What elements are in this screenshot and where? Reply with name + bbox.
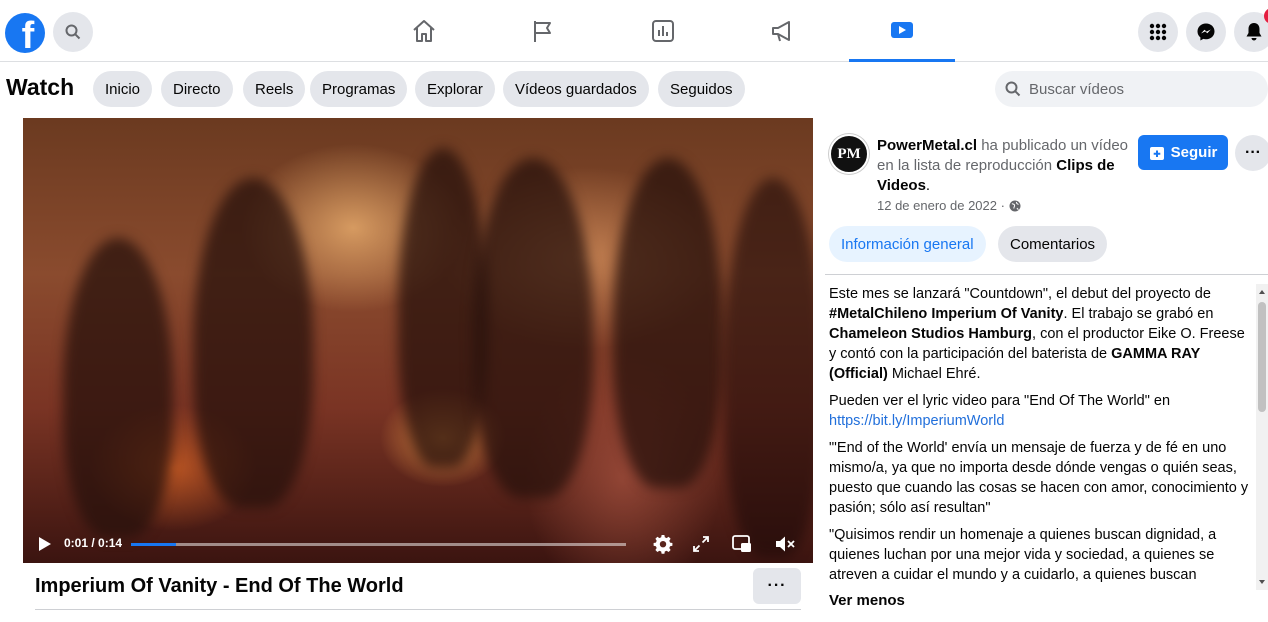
nav-tab-ads[interactable] xyxy=(729,0,835,62)
search-button[interactable] xyxy=(53,12,93,52)
watch-header: Watch Inicio Directo Reels Programas Exp… xyxy=(0,62,1268,118)
scrollbar-thumb[interactable] xyxy=(1258,302,1266,412)
description-paragraph: Pueden ver el lyric video para "End Of T… xyxy=(829,391,1255,431)
scroll-down-icon xyxy=(1259,580,1265,584)
video-search[interactable] xyxy=(995,71,1268,107)
mention-link[interactable]: Chameleon Studios Hamburg xyxy=(829,326,1032,342)
tab-comentarios[interactable]: Comentarios xyxy=(998,226,1108,262)
tab-inicio[interactable]: Inicio xyxy=(93,71,153,107)
watch-play-icon xyxy=(891,21,913,38)
video-frame-figure xyxy=(63,238,173,538)
description-scrollbar[interactable] xyxy=(1256,284,1268,590)
description-text: Pueden ver el lyric video para "End Of T… xyxy=(829,393,1171,409)
video-frame-figure xyxy=(723,178,813,558)
post-description: Este mes se lanzará "Countdown", el debu… xyxy=(829,284,1255,586)
follow-plus-icon xyxy=(1149,146,1164,160)
facebook-logo[interactable]: f xyxy=(5,13,45,53)
chart-icon xyxy=(652,20,674,42)
nav-tab-home[interactable] xyxy=(371,0,477,62)
search-input[interactable] xyxy=(1029,80,1249,98)
top-navigation: f 4 xyxy=(0,0,1268,62)
follow-button-label: Seguir xyxy=(1170,144,1218,161)
play-icon xyxy=(39,537,51,551)
description-text: . El trabajo se grabó en xyxy=(1063,306,1214,322)
home-icon xyxy=(413,20,435,42)
tab-programas[interactable]: Programas xyxy=(310,71,408,107)
description-paragraph: "Quisimos rendir un homenaje a quienes b… xyxy=(829,527,1217,583)
nav-tab-insights[interactable] xyxy=(610,0,716,62)
search-icon xyxy=(65,24,81,40)
expand-icon xyxy=(693,536,709,552)
avatar[interactable]: PM xyxy=(829,134,869,174)
video-progress-fill xyxy=(131,543,176,546)
search-icon xyxy=(1005,81,1021,97)
description-paragraph: "'End of the World' envía un mensaje de … xyxy=(829,440,1249,516)
tab-videos-guardados[interactable]: Vídeos guardados xyxy=(503,71,649,107)
page-title: Watch xyxy=(6,74,75,100)
scroll-up-icon xyxy=(1259,290,1265,294)
fullscreen-button[interactable] xyxy=(691,534,711,554)
description-text: Michael Ehré. xyxy=(887,366,981,382)
video-frame-figure xyxy=(193,178,313,508)
divider xyxy=(35,609,801,610)
facebook-logo-letter: f xyxy=(21,15,35,53)
video-frame-figure xyxy=(613,158,723,488)
divider xyxy=(825,274,1268,275)
speaker-muted-icon xyxy=(776,536,795,552)
play-button[interactable] xyxy=(35,534,55,554)
tab-informacion-general[interactable]: Información general xyxy=(829,226,986,262)
description-paragraph: Este mes se lanzará "Countdown", el debu… xyxy=(829,284,1255,384)
video-controls: 0:01 / 0:14 xyxy=(23,523,813,563)
post-date[interactable]: 12 de enero de 2022 · xyxy=(877,198,1021,213)
video-frame-figure xyxy=(473,158,593,498)
notifications-button[interactable]: 4 xyxy=(1234,8,1268,52)
bell-icon xyxy=(1246,23,1262,41)
messenger-button[interactable] xyxy=(1186,12,1226,52)
flag-icon xyxy=(534,21,551,42)
author-link[interactable]: PowerMetal.cl xyxy=(877,137,977,154)
post-more-button[interactable]: ··· xyxy=(1235,135,1268,171)
post-date-text: 12 de enero de 2022 · xyxy=(877,198,1005,213)
video-progress-bar[interactable] xyxy=(131,543,626,546)
external-link[interactable]: https://bit.ly/ImperiumWorld xyxy=(829,413,1004,429)
video-time: 0:01 / 0:14 xyxy=(64,536,123,550)
settings-button[interactable] xyxy=(653,534,673,554)
menu-button[interactable] xyxy=(1138,12,1178,52)
picture-in-picture-icon xyxy=(732,535,751,552)
megaphone-icon xyxy=(772,21,790,42)
hashtag-link[interactable]: #MetalChileno Imperium Of Vanity xyxy=(829,306,1063,322)
description-text: Este mes se lanzará "Countdown", el debu… xyxy=(829,286,1211,302)
messenger-icon xyxy=(1197,23,1215,41)
post-header: PowerMetal.cl ha publicado un vídeo en l… xyxy=(877,136,1132,196)
mute-button[interactable] xyxy=(775,534,795,554)
nav-tab-watch[interactable] xyxy=(849,0,955,62)
tab-reels[interactable]: Reels xyxy=(243,71,306,107)
tab-explorar[interactable]: Explorar xyxy=(415,71,495,107)
grid-menu-icon xyxy=(1149,23,1167,41)
pip-button[interactable] xyxy=(732,534,752,554)
tab-seguidos[interactable]: Seguidos xyxy=(658,71,745,107)
nav-tab-pages[interactable] xyxy=(490,0,596,62)
video-more-button[interactable]: ··· xyxy=(753,568,801,604)
globe-icon xyxy=(1009,200,1021,211)
notifications-badge: 4 xyxy=(1264,8,1268,24)
post-action-end: . xyxy=(925,177,931,194)
tab-directo[interactable]: Directo xyxy=(161,71,233,107)
video-player[interactable]: 0:01 / 0:14 xyxy=(23,118,813,563)
see-less-link[interactable]: Ver menos xyxy=(829,592,905,609)
video-title: Imperium Of Vanity - End Of The World xyxy=(35,575,404,597)
follow-button[interactable]: Seguir xyxy=(1138,135,1228,170)
gear-icon xyxy=(653,535,673,554)
